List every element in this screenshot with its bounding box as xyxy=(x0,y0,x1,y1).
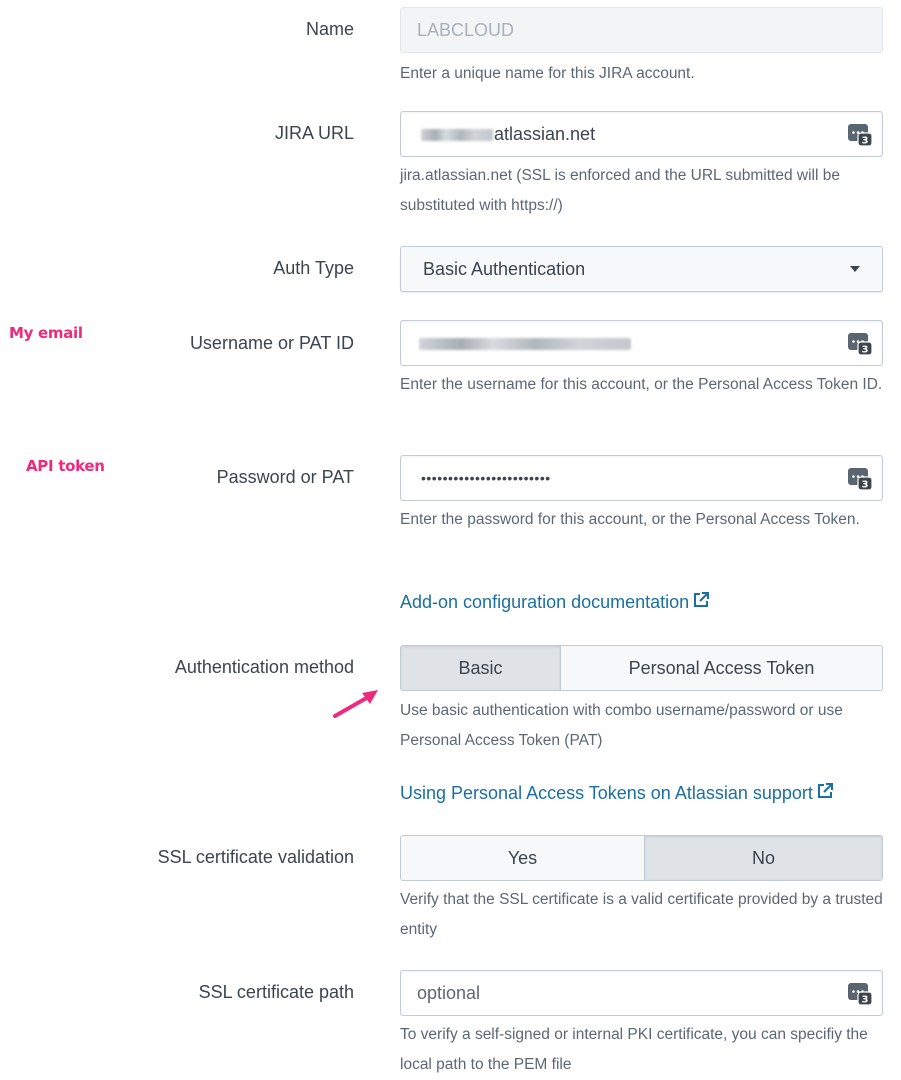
svg-text:3: 3 xyxy=(862,995,869,1006)
jira-url-input[interactable]: atlassian.net 3 xyxy=(400,111,883,157)
ssl-validation-yes[interactable]: Yes xyxy=(401,836,644,880)
external-link-icon xyxy=(817,783,833,798)
jira-url-help: jira.atlassian.net (SSL is enforced and … xyxy=(400,167,840,214)
password-manager-icon[interactable]: 3 xyxy=(848,333,872,355)
external-link-icon xyxy=(694,592,710,607)
ssl-validation-no[interactable]: No xyxy=(644,836,882,880)
ssl-validation-label: SSL certificate validation xyxy=(157,847,354,867)
ssl-path-input[interactable]: optional 3 xyxy=(400,970,883,1016)
redacted-subdomain xyxy=(421,129,493,141)
ssl-path-placeholder: optional xyxy=(417,983,481,1003)
ssl-validation-toggle[interactable]: Yes No xyxy=(400,835,883,881)
auth-method-label: Authentication method xyxy=(174,657,354,677)
name-help: Enter a unique name for this JIRA accoun… xyxy=(400,65,695,82)
svg-text:3: 3 xyxy=(862,136,869,147)
auth-method-pat[interactable]: Personal Access Token xyxy=(560,646,882,690)
auth-method-basic[interactable]: Basic xyxy=(401,646,560,690)
auth-type-value: Basic Authentication xyxy=(423,259,586,279)
auth-method-help: Use basic authentication with combo user… xyxy=(400,702,843,749)
svg-text:3: 3 xyxy=(862,345,869,356)
name-label: Name xyxy=(305,19,354,39)
name-value: LABCLOUD xyxy=(417,20,515,40)
arrow-annotation-icon xyxy=(333,690,378,718)
ssl-path-label: SSL certificate path xyxy=(198,982,354,1002)
jira-url-label: JIRA URL xyxy=(274,123,354,143)
annotation-token: API token xyxy=(26,457,105,475)
username-help: Enter the username for this account, or … xyxy=(400,376,883,393)
auth-type-select[interactable]: Basic Authentication xyxy=(400,246,883,292)
username-label: Username or PAT ID xyxy=(189,333,354,353)
name-input: LABCLOUD xyxy=(400,7,883,53)
jira-url-value: atlassian.net xyxy=(494,124,596,144)
password-help: Enter the password for this account, or … xyxy=(400,511,860,528)
username-input[interactable]: 3 xyxy=(400,320,883,366)
pat-support-link[interactable]: Using Personal Access Tokens on Atlassia… xyxy=(400,783,833,804)
ssl-path-help: To verify a self-signed or internal PKI … xyxy=(400,1026,868,1073)
ssl-validation-help: Verify that the SSL certificate is a val… xyxy=(400,891,883,938)
pat-support-link-text: Using Personal Access Tokens on Atlassia… xyxy=(400,783,813,803)
auth-type-label: Auth Type xyxy=(273,258,354,278)
password-manager-icon[interactable]: 3 xyxy=(848,468,872,490)
password-manager-icon[interactable]: 3 xyxy=(848,983,872,1005)
redacted-username xyxy=(419,338,631,350)
password-label: Password or PAT xyxy=(216,467,354,487)
auth-method-toggle[interactable]: Basic Personal Access Token xyxy=(400,645,883,691)
svg-text:3: 3 xyxy=(862,480,869,491)
password-value: •••••••••••••••••••••••• xyxy=(421,470,551,486)
password-input[interactable]: •••••••••••••••••••••••• 3 xyxy=(400,455,883,501)
documentation-link-text: Add-on configuration documentation xyxy=(400,592,690,612)
documentation-link[interactable]: Add-on configuration documentation xyxy=(400,592,710,613)
password-manager-icon[interactable]: 3 xyxy=(848,124,872,146)
annotation-email: My email xyxy=(9,324,83,342)
chevron-down-icon xyxy=(850,266,860,272)
